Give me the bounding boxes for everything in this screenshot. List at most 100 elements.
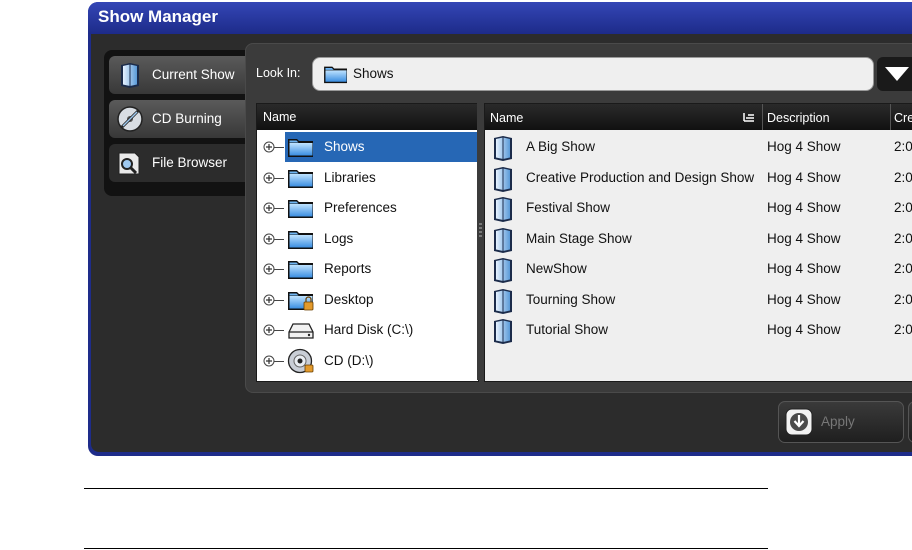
tree-item-label: CD (D:\) xyxy=(324,353,374,368)
show-row[interactable]: Main Stage Show Hog 4 Show 2:0 xyxy=(485,224,912,254)
tree-item-label: Shows xyxy=(324,139,365,154)
tree-item-label: Desktop xyxy=(324,292,374,307)
splitter-grip[interactable] xyxy=(479,223,482,237)
tree-connector xyxy=(274,361,284,362)
tree-item-logs[interactable]: Logs xyxy=(257,224,478,254)
title-bar: Show Manager xyxy=(88,2,912,34)
column-header-name[interactable]: Name xyxy=(490,111,523,125)
show-row[interactable]: Tutorial Show Hog 4 Show 2:0 xyxy=(485,315,912,345)
cd-burn-icon xyxy=(117,106,143,132)
folder-icon xyxy=(287,195,315,221)
next-button[interactable] xyxy=(908,401,912,443)
tree-item-label: Reports xyxy=(324,261,372,276)
divider-line xyxy=(84,488,768,489)
show-row[interactable]: NewShow Hog 4 Show 2:0 xyxy=(485,254,912,284)
locked-folder-icon xyxy=(287,287,314,311)
tree-item-reports[interactable]: Reports xyxy=(257,254,478,284)
column-divider[interactable] xyxy=(762,104,763,130)
show-description: Hog 4 Show xyxy=(767,322,841,337)
column-header-created[interactable]: Cre xyxy=(894,111,912,125)
column-header-description[interactable]: Description xyxy=(767,111,830,125)
show-book-icon xyxy=(120,62,140,88)
window-title: Show Manager xyxy=(98,7,218,26)
tab-strip: Current Show CD Burning File Browser xyxy=(104,50,269,196)
tab-label: File Browser xyxy=(152,155,228,170)
column-divider[interactable] xyxy=(890,104,891,130)
cd-drive-icon xyxy=(287,348,314,374)
tab-label: CD Burning xyxy=(152,111,222,126)
tree-item-label: Libraries xyxy=(324,170,376,185)
tab-current-show[interactable]: Current Show xyxy=(109,56,261,94)
tree-item-desktop[interactable]: Desktop xyxy=(257,285,478,315)
show-name: A Big Show xyxy=(526,139,596,154)
show-book-icon xyxy=(492,227,514,253)
look-in-value: Shows xyxy=(353,66,394,81)
triangle-down-icon xyxy=(885,67,909,81)
show-created: 2:0 xyxy=(894,139,912,154)
tree-connector xyxy=(274,208,284,209)
tree-item-cd[interactable]: CD (D:\) xyxy=(257,346,478,376)
show-row[interactable]: Tourning Show Hog 4 Show 2:0 xyxy=(485,285,912,315)
show-name: Main Stage Show xyxy=(526,231,632,246)
show-created: 2:0 xyxy=(894,292,912,307)
folder-icon xyxy=(287,256,315,282)
show-name: Creative Production and Design Show xyxy=(526,170,755,185)
show-created: 2:0 xyxy=(894,322,912,337)
hard-disk-icon xyxy=(288,323,314,339)
folder-tree[interactable]: Name Shows Libraries Preferences Logs Re… xyxy=(256,103,479,382)
tab-label: Current Show xyxy=(152,67,235,82)
folder-icon xyxy=(287,226,315,252)
show-created: 2:0 xyxy=(894,261,912,276)
show-row[interactable]: Festival Show Hog 4 Show 2:0 xyxy=(485,193,912,223)
show-name: NewShow xyxy=(526,261,587,276)
folder-icon xyxy=(324,66,347,84)
show-book-icon xyxy=(492,166,514,192)
folder-icon xyxy=(287,165,315,191)
tree-connector xyxy=(274,147,284,148)
show-book-icon xyxy=(492,318,514,344)
pane-splitter[interactable] xyxy=(477,103,484,380)
show-file-list[interactable]: Name Description Cre A Big Show Hog 4 Sh… xyxy=(484,103,912,382)
show-created: 2:0 xyxy=(894,231,912,246)
tree-connector xyxy=(274,300,284,301)
show-created: 2:0 xyxy=(894,170,912,185)
list-header: Name Description Cre xyxy=(485,104,912,130)
show-description: Hog 4 Show xyxy=(767,139,841,154)
look-in-field[interactable]: Shows xyxy=(312,57,874,91)
show-book-icon xyxy=(492,288,514,314)
sort-icon[interactable] xyxy=(743,112,755,122)
show-name: Tutorial Show xyxy=(526,322,609,337)
apply-arrow-icon xyxy=(785,408,813,436)
show-created: 2:0 xyxy=(894,200,912,215)
tree-item-label: Hard Disk (C:\) xyxy=(324,322,414,337)
show-description: Hog 4 Show xyxy=(767,200,841,215)
tree-item-libraries[interactable]: Libraries xyxy=(257,163,478,193)
show-description: Hog 4 Show xyxy=(767,170,841,185)
look-in-label: Look In: xyxy=(256,66,301,80)
look-in-dropdown-button[interactable] xyxy=(877,57,912,91)
show-description: Hog 4 Show xyxy=(767,261,841,276)
apply-label: Apply xyxy=(821,414,855,429)
show-name: Tourning Show xyxy=(526,292,616,307)
tab-cd-burning[interactable]: CD Burning xyxy=(109,100,261,138)
folder-icon xyxy=(287,134,315,160)
tree-column-header[interactable]: Name xyxy=(257,104,478,130)
tree-item-label: Preferences xyxy=(324,200,397,215)
show-description: Hog 4 Show xyxy=(767,231,841,246)
show-row[interactable]: A Big Show Hog 4 Show 2:0 xyxy=(485,132,912,162)
tree-connector xyxy=(274,269,284,270)
divider-line xyxy=(84,548,768,549)
file-browser-icon xyxy=(118,152,140,175)
show-book-icon xyxy=(492,196,514,222)
tree-item-hard-disk[interactable]: Hard Disk (C:\) xyxy=(257,315,478,345)
tree-connector xyxy=(274,330,284,331)
tree-item-preferences[interactable]: Preferences xyxy=(257,193,478,223)
tree-item-label: Logs xyxy=(324,231,354,246)
show-row[interactable]: Creative Production and Design Show Hog … xyxy=(485,163,912,193)
show-book-icon xyxy=(492,135,514,161)
tree-item-shows[interactable]: Shows xyxy=(257,132,478,162)
apply-button[interactable]: Apply xyxy=(778,401,904,443)
tree-connector xyxy=(274,178,284,179)
show-name: Festival Show xyxy=(526,200,611,215)
show-description: Hog 4 Show xyxy=(767,292,841,307)
